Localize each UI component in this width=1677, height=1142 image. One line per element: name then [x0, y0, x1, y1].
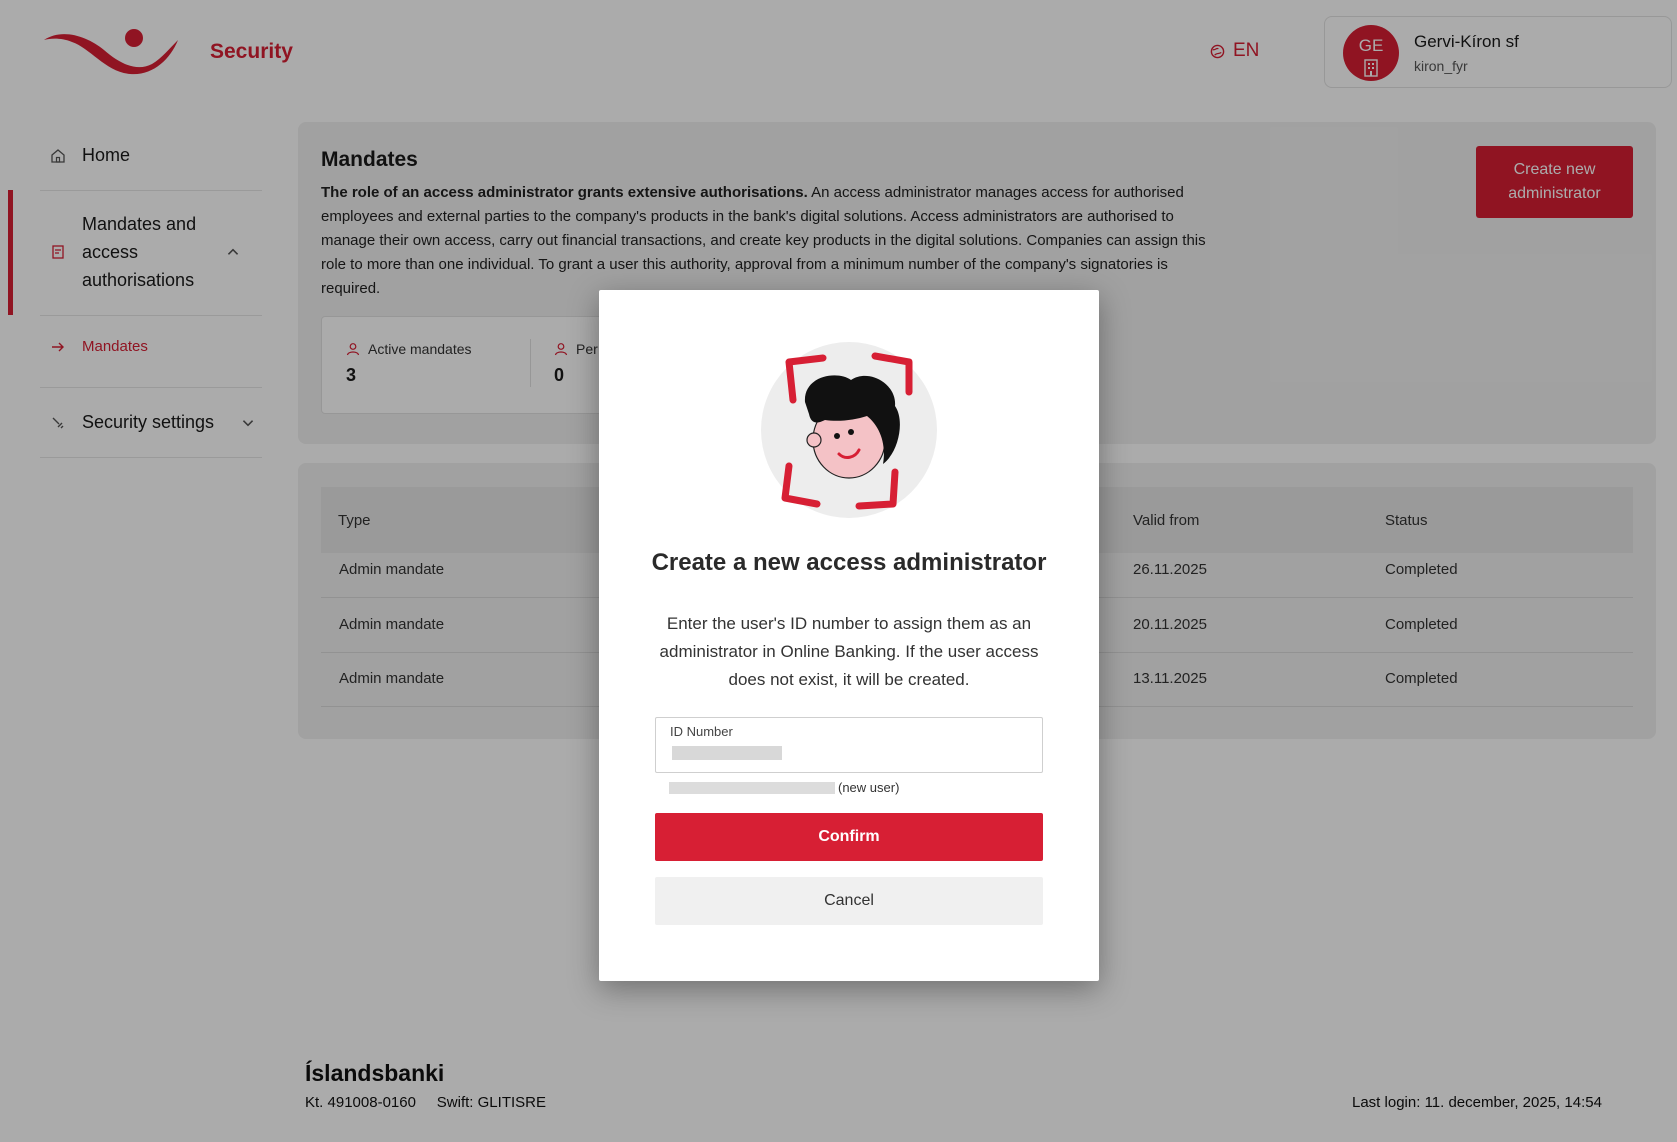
hint-suffix: (new user) — [838, 780, 900, 795]
face-scan-illustration — [761, 342, 937, 518]
id-number-value-redacted — [672, 746, 782, 760]
create-administrator-dialog: Create a new access administrator Enter … — [599, 290, 1099, 981]
cancel-button[interactable]: Cancel — [655, 877, 1043, 925]
user-name-redacted — [669, 781, 835, 794]
user-lookup-hint: (new user) — [669, 780, 899, 795]
dialog-description: Enter the user's ID number to assign the… — [659, 614, 1039, 689]
id-number-label: ID Number — [670, 724, 733, 739]
id-number-field[interactable]: ID Number — [655, 717, 1043, 773]
dialog-title: Create a new access administrator — [651, 549, 1047, 576]
confirm-button[interactable]: Confirm — [655, 813, 1043, 861]
